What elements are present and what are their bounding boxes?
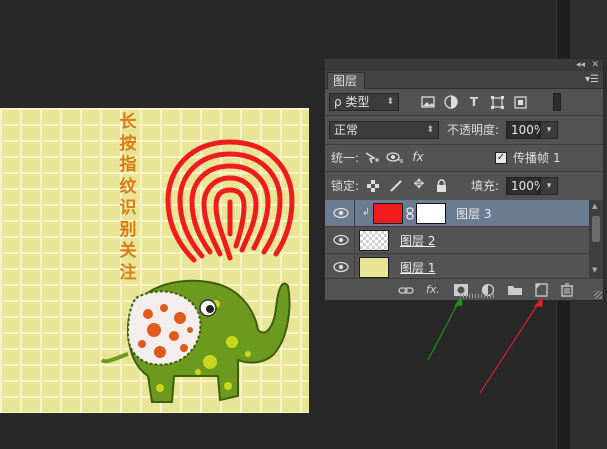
red-annotation-arrow xyxy=(479,296,543,394)
annotation-arrows xyxy=(427,295,543,394)
green-annotation-arrow xyxy=(427,295,463,361)
